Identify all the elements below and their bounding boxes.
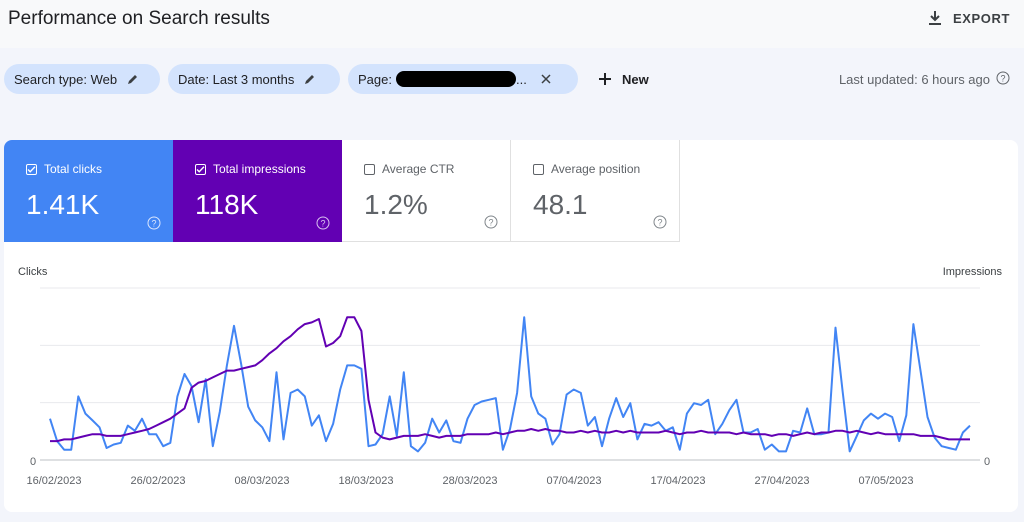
x-tick-label: 27/04/2023 — [754, 475, 809, 487]
metric-card-average-position[interactable]: Average position 48.1 ? — [511, 140, 680, 242]
performance-chart[interactable]: Clicks Impressions 0 0 16/02/2023 26/02/2… — [4, 260, 1018, 512]
left-axis-zero: 0 — [30, 456, 36, 468]
edit-icon[interactable] — [304, 73, 316, 85]
metric-label: Total impressions — [213, 162, 306, 176]
help-icon[interactable]: ? — [316, 216, 330, 230]
redaction-mark — [395, 71, 516, 87]
x-tick-label: 18/03/2023 — [338, 475, 393, 487]
date-chip[interactable]: Date: Last 3 months — [168, 64, 340, 94]
edit-icon[interactable] — [127, 73, 139, 85]
svg-text:?: ? — [1000, 74, 1005, 84]
metric-cards: Total clicks 1.41K ? Total impressions 1… — [4, 140, 680, 242]
metric-card-average-ctr[interactable]: Average CTR 1.2% ? — [342, 140, 511, 242]
chart-grid — [40, 287, 980, 461]
new-filter-button[interactable]: New — [598, 64, 649, 94]
plus-icon — [599, 73, 611, 85]
help-icon[interactable]: ? — [653, 215, 667, 229]
search-type-chip[interactable]: Search type: Web — [4, 64, 160, 94]
x-tick-label: 17/04/2023 — [650, 475, 705, 487]
checkbox-unchecked-icon[interactable] — [533, 163, 544, 175]
x-tick-label: 08/03/2023 — [234, 475, 289, 487]
svg-text:?: ? — [320, 219, 325, 229]
page-title: Performance on Search results — [8, 8, 270, 29]
export-label: EXPORT — [952, 10, 1010, 26]
checkbox-checked-icon[interactable] — [26, 163, 37, 175]
chart-series — [49, 316, 971, 453]
date-label: Date: Last 3 months — [178, 71, 295, 87]
search-type-label: Search type: Web — [14, 71, 118, 87]
performance-panel: Total clicks 1.41K ? Total impressions 1… — [4, 140, 1018, 512]
x-axis-ticks: 16/02/2023 26/02/2023 08/03/2023 18/03/2023… — [26, 475, 913, 487]
last-updated-text: Last updated: 6 hours ago — [838, 72, 990, 87]
checkbox-unchecked-icon[interactable] — [364, 163, 375, 175]
page-label-suffix: ... — [515, 71, 527, 87]
right-axis-title: Impressions — [943, 266, 1003, 278]
export-button[interactable]: EXPORT — [927, 10, 1010, 26]
last-updated: Last updated: 6 hours ago ? — [839, 71, 1010, 88]
metric-label: Average position — [551, 162, 641, 176]
page-chip[interactable]: Page: ... — [348, 64, 578, 94]
metric-label: Total clicks — [44, 162, 103, 176]
help-icon[interactable]: ? — [484, 215, 498, 229]
x-tick-label: 26/02/2023 — [130, 475, 185, 487]
help-icon[interactable]: ? — [147, 216, 161, 230]
help-icon[interactable]: ? — [996, 71, 1010, 88]
checkbox-checked-icon[interactable] — [195, 163, 206, 175]
filter-bar: Search type: Web Date: Last 3 months Pag… — [0, 64, 1024, 96]
new-label: New — [622, 71, 649, 87]
metric-card-total-impressions[interactable]: Total impressions 118K ? — [173, 140, 342, 242]
close-icon[interactable] — [541, 74, 551, 84]
page-header: Performance on Search results EXPORT — [0, 0, 1024, 48]
metric-card-total-clicks[interactable]: Total clicks 1.41K ? — [4, 140, 173, 242]
svg-text:?: ? — [657, 218, 662, 228]
left-axis-title: Clicks — [18, 266, 48, 278]
right-axis-zero: 0 — [984, 456, 990, 468]
x-tick-label: 07/04/2023 — [546, 475, 601, 487]
x-tick-label: 07/05/2023 — [858, 475, 913, 487]
x-tick-label: 28/03/2023 — [442, 475, 497, 487]
svg-text:?: ? — [488, 218, 493, 228]
download-icon — [928, 11, 941, 25]
x-tick-label: 16/02/2023 — [26, 475, 81, 487]
page-label-prefix: Page: — [358, 71, 392, 87]
svg-text:?: ? — [151, 219, 156, 229]
metric-label: Average CTR — [382, 162, 455, 176]
